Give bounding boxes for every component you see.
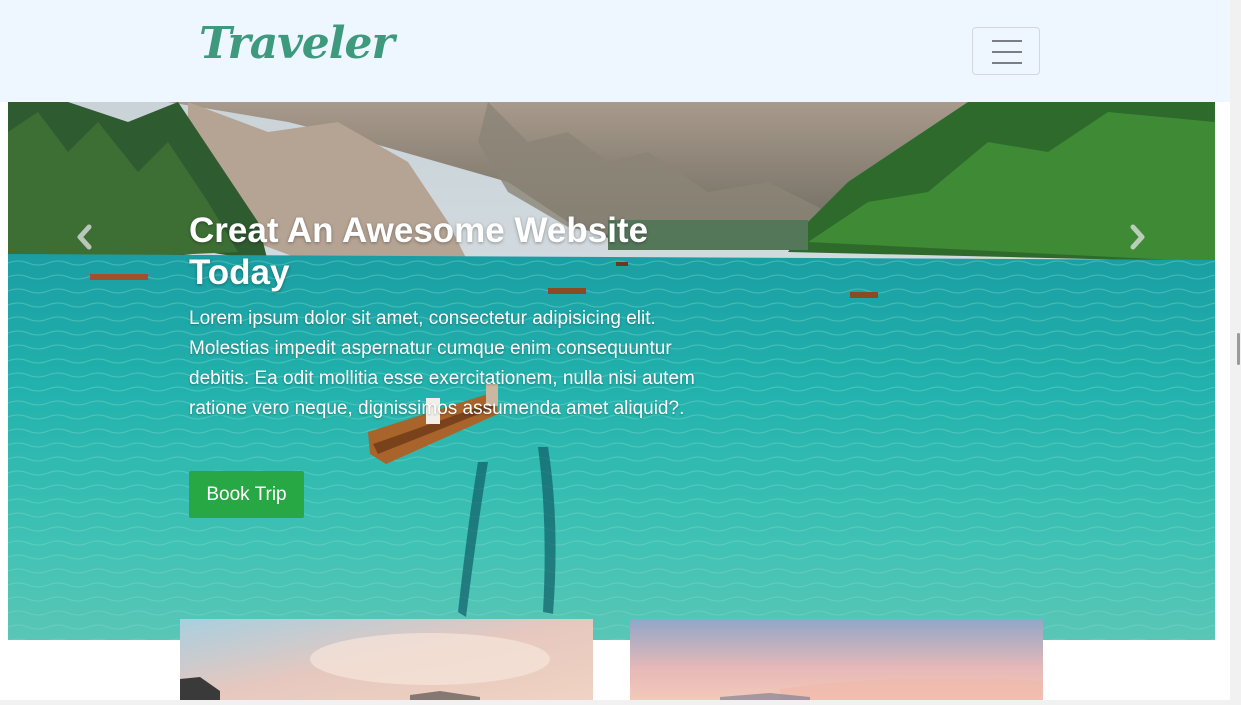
hero-caption: Creat An Awesome Website Today Lorem ips… [189, 210, 709, 424]
navbar-toggler-button[interactable] [972, 27, 1040, 75]
chevron-right-icon [1130, 224, 1145, 250]
carousel-prev-button[interactable] [74, 224, 96, 250]
destination-card-image [180, 619, 593, 700]
hero-carousel: Creat An Awesome Website Today Lorem ips… [8, 102, 1215, 640]
scrollbar-thumb[interactable] [1237, 333, 1240, 365]
destination-card-image [630, 619, 1043, 700]
hero-title: Creat An Awesome Website Today [189, 211, 649, 292]
hero-description: Lorem ipsum dolor sit amet, consectetur … [189, 308, 695, 419]
book-trip-button[interactable]: Book Trip [189, 471, 304, 518]
carousel-next-button[interactable] [1126, 224, 1148, 250]
navbar: Traveler [0, 0, 1230, 102]
horizontal-scrollbar[interactable] [0, 700, 1230, 705]
destination-card-1[interactable] [180, 619, 593, 700]
destination-card-2[interactable] [630, 619, 1043, 700]
brand-logo[interactable]: Traveler [199, 18, 395, 69]
chevron-left-icon [77, 224, 92, 250]
